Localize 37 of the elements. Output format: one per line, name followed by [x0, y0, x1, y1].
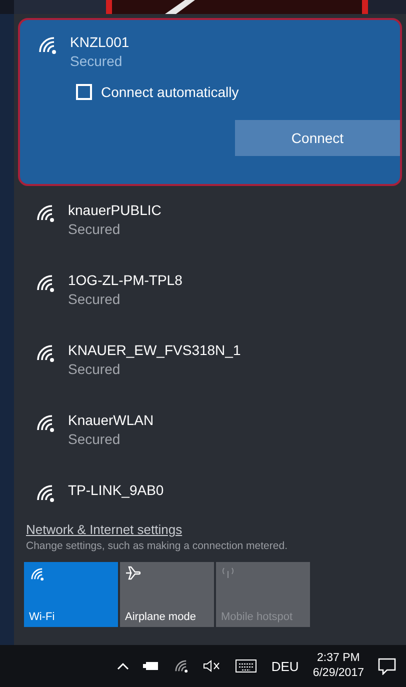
- quick-action-tile[interactable]: Wi-Fi: [24, 562, 118, 627]
- settings-link[interactable]: Network & Internet settings: [26, 522, 182, 537]
- wifi-icon: [34, 272, 56, 294]
- network-status: Secured: [70, 53, 124, 70]
- wifi-icon: [34, 412, 56, 434]
- language-indicator[interactable]: DEU: [271, 658, 299, 674]
- wifi-icon: [34, 342, 56, 364]
- network-name: KNZL001: [70, 34, 130, 51]
- chevron-up-icon[interactable]: [117, 662, 130, 670]
- network-name: KNAUER_EW_FVS318N_1: [68, 342, 241, 359]
- network-status: Secured: [68, 291, 122, 308]
- muted-speaker-icon[interactable]: [203, 660, 222, 672]
- antenna-icon: [221, 566, 235, 578]
- network-status: Secured: [68, 221, 122, 238]
- airplane-icon: [125, 566, 141, 580]
- clock-time[interactable]: 2:37 PM: [317, 651, 360, 666]
- network-card[interactable]: KNZL001 Secured Connect automatically Connect: [18, 18, 402, 186]
- quick-action-tile[interactable]: Airplane mode: [120, 562, 214, 627]
- network-name: TP-LINK_9AB0: [68, 482, 164, 499]
- checkbox-label: Connect automatically: [101, 84, 239, 100]
- keyboard-icon[interactable]: [235, 659, 258, 673]
- network-status: Secured: [68, 361, 122, 378]
- network-name: KnauerWLAN: [68, 412, 154, 429]
- settings-description: Change settings, such as making a connection metered.: [26, 540, 288, 552]
- connect-button[interactable]: Connect: [235, 120, 400, 156]
- notification-icon[interactable]: [378, 657, 396, 675]
- network-name: 1OG-ZL-PM-TPL8: [68, 272, 182, 289]
- network-status: Secured: [68, 431, 122, 448]
- clock-date[interactable]: 6/29/2017: [312, 666, 364, 681]
- wifi-icon: [34, 202, 56, 224]
- checkbox[interactable]: [76, 84, 92, 100]
- wifi-icon: [36, 34, 58, 56]
- wifi-icon: [173, 658, 190, 674]
- wifi-icon: [29, 566, 45, 582]
- battery-icon[interactable]: [143, 661, 160, 671]
- network-name: knauerPUBLIC: [68, 202, 162, 219]
- wifi-icon: [34, 482, 56, 504]
